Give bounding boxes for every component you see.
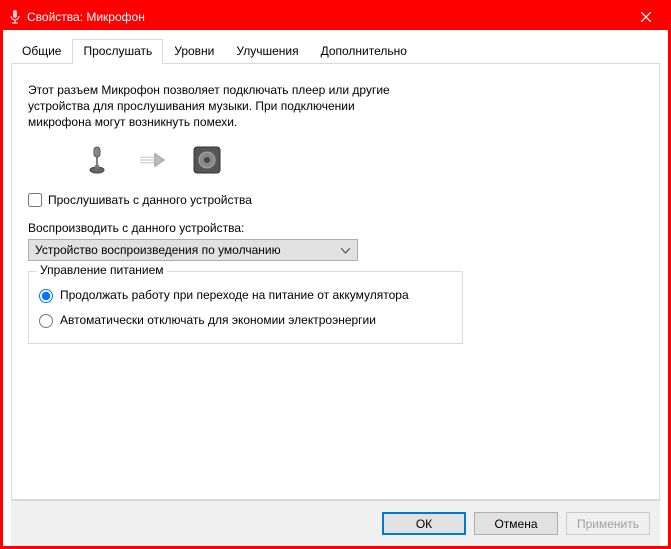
- listen-checkbox[interactable]: [28, 193, 42, 207]
- dialog-footer: ОК Отмена Применить: [11, 500, 660, 546]
- microphone-device-icon: [82, 145, 112, 175]
- apply-button: Применить: [566, 512, 650, 535]
- close-icon: [641, 12, 651, 22]
- radio-continue-on-battery[interactable]: [39, 289, 53, 303]
- close-button[interactable]: [623, 3, 668, 30]
- chevron-down-icon: [337, 243, 353, 257]
- description-text: Этот разъем Микрофон позволяет подключат…: [28, 82, 408, 131]
- tab-enhancements[interactable]: Улучшения: [225, 39, 309, 64]
- illustration-row: [82, 145, 643, 175]
- window-title: Свойства: Микрофон: [27, 10, 623, 24]
- cancel-button[interactable]: Отмена: [474, 512, 558, 535]
- microphone-icon: [9, 10, 21, 24]
- radio-auto-disable[interactable]: [39, 314, 53, 328]
- radio-auto-disable-label[interactable]: Автоматически отключать для экономии эле…: [60, 313, 376, 329]
- playback-device-select[interactable]: Устройство воспроизведения по умолчанию: [28, 239, 358, 261]
- tab-strip: Общие Прослушать Уровни Улучшения Дополн…: [11, 38, 660, 64]
- speaker-device-icon: [192, 145, 222, 175]
- power-management-group: Управление питанием Продолжать работу пр…: [28, 271, 463, 344]
- listen-checkbox-label[interactable]: Прослушивать с данного устройства: [48, 193, 252, 207]
- ok-button[interactable]: ОК: [382, 512, 466, 535]
- arrow-right-icon: [138, 150, 166, 170]
- radio-continue-label[interactable]: Продолжать работу при переходе на питани…: [60, 288, 409, 304]
- power-management-legend: Управление питанием: [37, 263, 167, 277]
- titlebar: Свойства: Микрофон: [3, 3, 668, 30]
- playback-device-label: Воспроизводить с данного устройства:: [28, 221, 643, 235]
- tab-general[interactable]: Общие: [11, 39, 72, 64]
- tab-levels[interactable]: Уровни: [163, 39, 225, 64]
- playback-device-selected: Устройство воспроизведения по умолчанию: [35, 243, 281, 257]
- tab-listen[interactable]: Прослушать: [72, 39, 163, 64]
- tab-panel-listen: Этот разъем Микрофон позволяет подключат…: [11, 64, 660, 500]
- tab-advanced[interactable]: Дополнительно: [310, 39, 418, 64]
